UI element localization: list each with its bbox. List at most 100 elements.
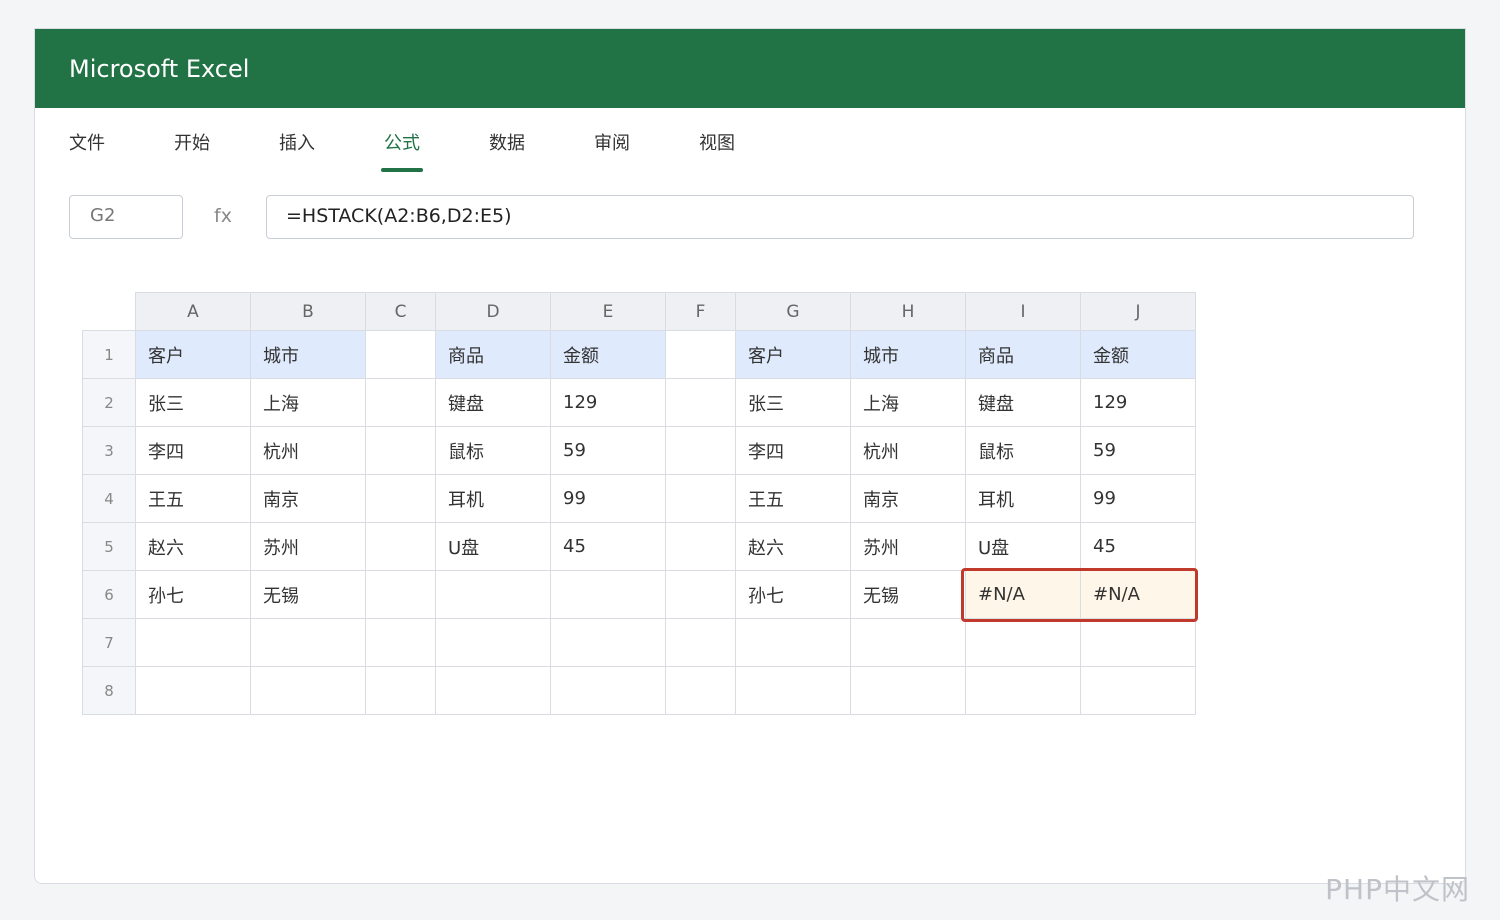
tab-review[interactable]: 审阅 [594,133,630,155]
tab-home[interactable]: 开始 [174,133,210,155]
cell-c4[interactable] [365,474,436,523]
row-header-3[interactable]: 3 [82,426,136,475]
column-header-e[interactable]: E [550,292,666,331]
cell-i7[interactable] [965,618,1081,667]
tab-insert[interactable]: 插入 [279,133,315,155]
column-header-h[interactable]: H [850,292,966,331]
cell-e4[interactable]: 99 [550,474,666,523]
cell-c1[interactable] [365,330,436,379]
row-header-7[interactable]: 7 [82,618,136,667]
cell-j5[interactable]: 45 [1080,522,1196,571]
cell-g2[interactable]: 张三 [735,378,851,427]
cell-c7[interactable] [365,618,436,667]
cell-a7[interactable] [135,618,251,667]
row-header-6[interactable]: 6 [82,570,136,619]
cell-j1[interactable]: 金额 [1080,330,1196,379]
column-header-i[interactable]: I [965,292,1081,331]
cell-d3[interactable]: 鼠标 [435,426,551,475]
cell-a1[interactable]: 客户 [135,330,251,379]
cell-c5[interactable] [365,522,436,571]
cell-e3[interactable]: 59 [550,426,666,475]
column-header-b[interactable]: B [250,292,366,331]
cell-f5[interactable] [665,522,736,571]
cell-d7[interactable] [435,618,551,667]
cell-g6[interactable]: 孙七 [735,570,851,619]
cell-c8[interactable] [365,666,436,715]
cell-i3[interactable]: 鼠标 [965,426,1081,475]
cell-j3[interactable]: 59 [1080,426,1196,475]
cell-g3[interactable]: 李四 [735,426,851,475]
cell-d5[interactable]: U盘 [435,522,551,571]
cell-b7[interactable] [250,618,366,667]
column-header-j[interactable]: J [1080,292,1196,331]
cell-a4[interactable]: 王五 [135,474,251,523]
cell-i1[interactable]: 商品 [965,330,1081,379]
column-header-a[interactable]: A [135,292,251,331]
cell-h5[interactable]: 苏州 [850,522,966,571]
tab-data[interactable]: 数据 [489,133,525,155]
cell-e6[interactable] [550,570,666,619]
cell-f7[interactable] [665,618,736,667]
tab-view[interactable]: 视图 [699,133,735,155]
tab-file[interactable]: 文件 [69,133,105,155]
cell-e5[interactable]: 45 [550,522,666,571]
cell-h6[interactable]: 无锡 [850,570,966,619]
cell-h2[interactable]: 上海 [850,378,966,427]
cell-i4[interactable]: 耳机 [965,474,1081,523]
formula-input[interactable]: =HSTACK(A2:B6,D2:E5) [266,195,1414,239]
row-header-1[interactable]: 1 [82,330,136,379]
name-box[interactable]: G2 [69,195,183,239]
cell-f3[interactable] [665,426,736,475]
cell-h4[interactable]: 南京 [850,474,966,523]
cell-i2[interactable]: 键盘 [965,378,1081,427]
column-header-d[interactable]: D [435,292,551,331]
cell-b2[interactable]: 上海 [250,378,366,427]
cell-d6[interactable] [435,570,551,619]
cell-b5[interactable]: 苏州 [250,522,366,571]
cell-e7[interactable] [550,618,666,667]
cell-j4[interactable]: 99 [1080,474,1196,523]
cell-a2[interactable]: 张三 [135,378,251,427]
row-header-2[interactable]: 2 [82,378,136,427]
cell-j7[interactable] [1080,618,1196,667]
cell-g8[interactable] [735,666,851,715]
cell-i8[interactable] [965,666,1081,715]
cell-d4[interactable]: 耳机 [435,474,551,523]
cell-h3[interactable]: 杭州 [850,426,966,475]
cell-f1[interactable] [665,330,736,379]
cell-c3[interactable] [365,426,436,475]
cell-e8[interactable] [550,666,666,715]
cell-b3[interactable]: 杭州 [250,426,366,475]
cell-b1[interactable]: 城市 [250,330,366,379]
cell-d8[interactable] [435,666,551,715]
column-header-c[interactable]: C [365,292,436,331]
cell-c6[interactable] [365,570,436,619]
cell-g4[interactable]: 王五 [735,474,851,523]
cell-j8[interactable] [1080,666,1196,715]
cell-a8[interactable] [135,666,251,715]
cell-g1[interactable]: 客户 [735,330,851,379]
cell-f4[interactable] [665,474,736,523]
row-header-8[interactable]: 8 [82,666,136,715]
cell-h7[interactable] [850,618,966,667]
cell-i5[interactable]: U盘 [965,522,1081,571]
tab-formulas[interactable]: 公式 [384,133,420,155]
cell-b4[interactable]: 南京 [250,474,366,523]
cell-h8[interactable] [850,666,966,715]
cell-j2[interactable]: 129 [1080,378,1196,427]
cell-g7[interactable] [735,618,851,667]
cell-f2[interactable] [665,378,736,427]
column-header-f[interactable]: F [665,292,736,331]
cell-f8[interactable] [665,666,736,715]
cell-g5[interactable]: 赵六 [735,522,851,571]
cell-e1[interactable]: 金额 [550,330,666,379]
cell-h1[interactable]: 城市 [850,330,966,379]
cell-a5[interactable]: 赵六 [135,522,251,571]
cell-j6[interactable]: #N/A [1080,570,1196,619]
cell-e2[interactable]: 129 [550,378,666,427]
cell-d2[interactable]: 键盘 [435,378,551,427]
cell-c2[interactable] [365,378,436,427]
column-header-g[interactable]: G [735,292,851,331]
cell-d1[interactable]: 商品 [435,330,551,379]
cell-a6[interactable]: 孙七 [135,570,251,619]
